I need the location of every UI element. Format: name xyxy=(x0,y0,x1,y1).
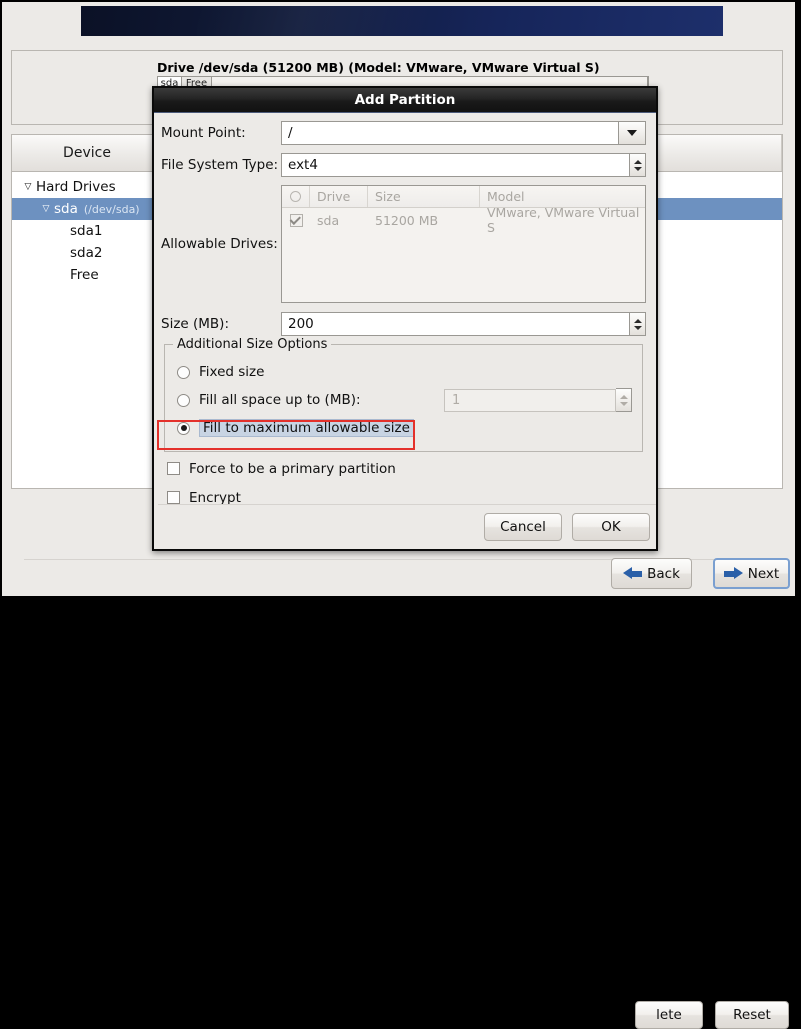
expander-icon[interactable]: ▽ xyxy=(20,182,36,192)
column-header-select[interactable] xyxy=(282,186,310,207)
ok-button[interactable]: OK xyxy=(572,513,650,541)
file-system-type-input[interactable]: ext4 xyxy=(281,153,630,177)
checkbox-icon[interactable] xyxy=(289,213,303,227)
radio-label: Fill all space up to (MB): xyxy=(199,392,361,408)
radio-label: Fill to maximum allowable size xyxy=(199,419,414,437)
radio-selected-dot xyxy=(180,425,187,431)
radio-option-fixed-size[interactable]: Fixed size xyxy=(175,359,632,385)
table-row[interactable]: sda 51200 MB VMware, VMware Virtual S xyxy=(282,205,645,235)
cell-drive: sda xyxy=(317,212,340,228)
chevron-down-icon xyxy=(627,130,637,136)
column-header-model[interactable]: Model xyxy=(480,186,645,207)
allowable-drives-row: Allowable Drives: Drive Size Model sda 5… xyxy=(158,185,646,303)
size-input[interactable]: 200 xyxy=(281,312,630,336)
cancel-button[interactable]: Cancel xyxy=(484,513,562,541)
column-header-size[interactable]: Size xyxy=(368,186,480,207)
delete-button[interactable]: lete xyxy=(635,1001,703,1029)
back-button-label: Back xyxy=(647,565,680,582)
radio-option-fill-all-space[interactable]: Fill all space up to (MB): 1 xyxy=(175,387,632,413)
cell-size: 51200 MB xyxy=(375,212,439,228)
radio-icon[interactable] xyxy=(177,421,190,435)
checkbox-force-primary[interactable]: Force to be a primary partition xyxy=(167,456,646,481)
arrow-left-icon xyxy=(623,567,643,580)
additional-size-options-group: Additional Size Options Fixed size Fill … xyxy=(164,337,643,452)
banner-sheen xyxy=(196,6,428,36)
file-system-type-row: File System Type: ext4 xyxy=(158,153,646,177)
allowable-drives-label: Allowable Drives: xyxy=(161,236,278,252)
chevron-down-icon xyxy=(633,166,642,171)
expander-icon[interactable]: ▽ xyxy=(38,204,54,214)
add-partition-dialog: Add Partition Mount Point: / File System… xyxy=(152,86,658,551)
dialog-button-row: Cancel OK xyxy=(484,513,650,541)
mount-point-dropdown-button[interactable] xyxy=(618,121,646,145)
fill-all-space-input: 1 xyxy=(444,388,616,412)
next-button-label: Next xyxy=(747,565,780,582)
tree-label: sda1 xyxy=(70,223,103,239)
dialog-title: Add Partition xyxy=(154,88,656,113)
arrow-right-icon xyxy=(723,567,743,580)
file-system-type-label: File System Type: xyxy=(161,157,279,173)
chevron-up-icon xyxy=(619,394,628,399)
chevron-down-icon xyxy=(633,325,642,330)
screen: Drive /dev/sda (51200 MB) (Model: VMware… xyxy=(0,0,801,1029)
tree-label: sda xyxy=(54,201,78,217)
size-label: Size (MB): xyxy=(161,316,229,332)
circle-icon xyxy=(290,191,301,202)
checkbox-icon[interactable] xyxy=(167,462,180,475)
reset-button[interactable]: Reset xyxy=(715,1001,789,1029)
allowable-drives-table[interactable]: Drive Size Model sda 51200 MB VMware, VM… xyxy=(281,185,646,303)
chevron-up-icon xyxy=(633,159,642,164)
radio-option-fill-maximum[interactable]: Fill to maximum allowable size xyxy=(175,415,632,441)
size-spinner[interactable] xyxy=(630,312,646,336)
drive-title: Drive /dev/sda (51200 MB) (Model: VMware… xyxy=(157,60,600,75)
checkbox-label: Force to be a primary partition xyxy=(189,460,396,477)
dialog-body: Mount Point: / File System Type: ext4 Al… xyxy=(154,113,656,549)
mount-point-label: Mount Point: xyxy=(161,125,246,141)
next-button[interactable]: Next xyxy=(713,558,790,589)
tree-label-detail: (/dev/sda) xyxy=(83,202,140,216)
checkbox-encrypt[interactable]: Encrypt xyxy=(167,485,646,510)
mount-point-input[interactable]: / xyxy=(281,121,619,145)
column-header-device[interactable]: Device xyxy=(12,135,163,171)
radio-label: Fixed size xyxy=(199,364,265,380)
back-button[interactable]: Back xyxy=(611,558,692,589)
chevron-up-icon xyxy=(633,318,642,323)
fill-all-space-spinner xyxy=(616,388,632,412)
installer-banner xyxy=(81,6,723,36)
checkbox-icon[interactable] xyxy=(167,491,180,504)
cell-model: VMware, VMware Virtual S xyxy=(487,205,640,235)
tree-label: Hard Drives xyxy=(36,179,116,195)
size-row: Size (MB): 200 xyxy=(158,312,646,336)
chevron-down-icon xyxy=(619,401,628,406)
mount-point-row: Mount Point: / xyxy=(158,121,646,145)
radio-icon[interactable] xyxy=(177,393,190,407)
column-header-drive[interactable]: Drive xyxy=(310,186,368,207)
additional-size-options-legend: Additional Size Options xyxy=(173,337,332,352)
file-system-type-spinner[interactable] xyxy=(630,153,646,177)
dialog-divider xyxy=(158,504,656,505)
tree-label: Free xyxy=(70,267,99,283)
radio-icon[interactable] xyxy=(177,365,190,379)
tree-label: sda2 xyxy=(70,245,103,261)
check-icon xyxy=(289,213,301,225)
row-checkbox-cell[interactable] xyxy=(282,208,310,232)
installer-window: Drive /dev/sda (51200 MB) (Model: VMware… xyxy=(2,2,795,1029)
